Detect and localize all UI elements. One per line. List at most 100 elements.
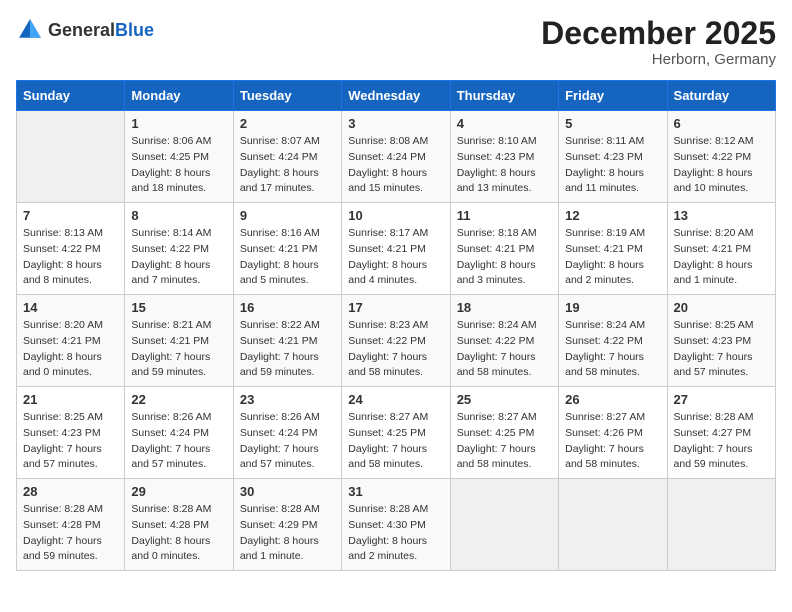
day-number: 8 <box>131 208 226 223</box>
calendar-cell: 31Sunrise: 8:28 AMSunset: 4:30 PMDayligh… <box>342 479 450 571</box>
day-number: 18 <box>457 300 552 315</box>
calendar-week-5: 28 Sunrise: 8:28 AMSunset: 4:28 PMDayligh… <box>17 479 776 571</box>
day-number: 24 <box>348 392 443 407</box>
day-detail: Sunrise: 8:11 AMSunset: 4:23 PMDaylight:… <box>565 134 660 197</box>
day-number: 6 <box>674 116 769 131</box>
day-number: 28 <box>23 484 118 499</box>
weekday-header-tuesday: Tuesday <box>233 81 341 111</box>
day-detail: Sunrise: 8:20 AMSunset: 4:21 PMDaylight:… <box>674 226 769 289</box>
day-number: 1 <box>131 116 226 131</box>
day-number: 2 <box>240 116 335 131</box>
calendar-cell <box>667 479 775 571</box>
calendar-cell: 1 Sunrise: 8:06 AMSunset: 4:25 PMDaylight… <box>125 111 233 203</box>
calendar-table: SundayMondayTuesdayWednesdayThursdayFrid… <box>16 80 776 571</box>
calendar-cell: 11 Sunrise: 8:18 AMSunset: 4:21 PMDayligh… <box>450 203 558 295</box>
day-detail: Sunrise: 8:25 AMSunset: 4:23 PMDaylight:… <box>674 318 769 381</box>
calendar-cell: 3 Sunrise: 8:08 AMSunset: 4:24 PMDaylight… <box>342 111 450 203</box>
day-number: 21 <box>23 392 118 407</box>
calendar-week-1: 1 Sunrise: 8:06 AMSunset: 4:25 PMDaylight… <box>17 111 776 203</box>
weekday-header-monday: Monday <box>125 81 233 111</box>
day-number: 19 <box>565 300 660 315</box>
day-detail: Sunrise: 8:06 AMSunset: 4:25 PMDaylight:… <box>131 134 226 197</box>
day-detail: Sunrise: 8:07 AMSunset: 4:24 PMDaylight:… <box>240 134 335 197</box>
logo: GeneralBlue <box>16 16 154 44</box>
day-detail: Sunrise: 8:28 AMSunset: 4:29 PMDaylight:… <box>240 502 335 565</box>
day-number: 17 <box>348 300 443 315</box>
day-number: 30 <box>240 484 335 499</box>
calendar-cell: 25 Sunrise: 8:27 AMSunset: 4:25 PMDayligh… <box>450 387 558 479</box>
day-detail: Sunrise: 8:28 AMSunset: 4:27 PMDaylight:… <box>674 410 769 473</box>
calendar-cell: 27Sunrise: 8:28 AMSunset: 4:27 PMDayligh… <box>667 387 775 479</box>
page-header: GeneralBlue December 2025 Herborn, Germa… <box>16 16 776 68</box>
day-number: 25 <box>457 392 552 407</box>
day-number: 11 <box>457 208 552 223</box>
day-number: 16 <box>240 300 335 315</box>
calendar-cell: 18 Sunrise: 8:24 AMSunset: 4:22 PMDayligh… <box>450 295 558 387</box>
day-detail: Sunrise: 8:14 AMSunset: 4:22 PMDaylight:… <box>131 226 226 289</box>
calendar-cell: 29Sunrise: 8:28 AMSunset: 4:28 PMDayligh… <box>125 479 233 571</box>
calendar-cell: 2 Sunrise: 8:07 AMSunset: 4:24 PMDaylight… <box>233 111 341 203</box>
day-detail: Sunrise: 8:26 AMSunset: 4:24 PMDaylight:… <box>240 410 335 473</box>
calendar-cell: 9 Sunrise: 8:16 AMSunset: 4:21 PMDaylight… <box>233 203 341 295</box>
calendar-cell: 24 Sunrise: 8:27 AMSunset: 4:25 PMDayligh… <box>342 387 450 479</box>
title-block: December 2025 Herborn, Germany <box>541 16 776 68</box>
weekday-header-saturday: Saturday <box>667 81 775 111</box>
day-number: 13 <box>674 208 769 223</box>
day-detail: Sunrise: 8:20 AMSunset: 4:21 PMDaylight:… <box>23 318 118 381</box>
day-detail: Sunrise: 8:24 AMSunset: 4:22 PMDaylight:… <box>457 318 552 381</box>
day-detail: Sunrise: 8:17 AMSunset: 4:21 PMDaylight:… <box>348 226 443 289</box>
logo-text-blue: Blue <box>115 20 154 40</box>
day-detail: Sunrise: 8:24 AMSunset: 4:22 PMDaylight:… <box>565 318 660 381</box>
calendar-week-2: 7 Sunrise: 8:13 AMSunset: 4:22 PMDaylight… <box>17 203 776 295</box>
calendar-cell: 10 Sunrise: 8:17 AMSunset: 4:21 PMDayligh… <box>342 203 450 295</box>
day-detail: Sunrise: 8:12 AMSunset: 4:22 PMDaylight:… <box>674 134 769 197</box>
day-detail: Sunrise: 8:27 AMSunset: 4:25 PMDaylight:… <box>457 410 552 473</box>
day-detail: Sunrise: 8:27 AMSunset: 4:25 PMDaylight:… <box>348 410 443 473</box>
day-number: 14 <box>23 300 118 315</box>
day-detail: Sunrise: 8:10 AMSunset: 4:23 PMDaylight:… <box>457 134 552 197</box>
calendar-cell: 8 Sunrise: 8:14 AMSunset: 4:22 PMDaylight… <box>125 203 233 295</box>
calendar-cell: 20Sunrise: 8:25 AMSunset: 4:23 PMDayligh… <box>667 295 775 387</box>
weekday-header-wednesday: Wednesday <box>342 81 450 111</box>
day-number: 9 <box>240 208 335 223</box>
calendar-cell: 14 Sunrise: 8:20 AMSunset: 4:21 PMDayligh… <box>17 295 125 387</box>
day-detail: Sunrise: 8:27 AMSunset: 4:26 PMDaylight:… <box>565 410 660 473</box>
day-detail: Sunrise: 8:28 AMSunset: 4:28 PMDaylight:… <box>23 502 118 565</box>
calendar-header: SundayMondayTuesdayWednesdayThursdayFrid… <box>17 81 776 111</box>
calendar-body: 1 Sunrise: 8:06 AMSunset: 4:25 PMDaylight… <box>17 111 776 571</box>
calendar-cell: 7 Sunrise: 8:13 AMSunset: 4:22 PMDaylight… <box>17 203 125 295</box>
day-detail: Sunrise: 8:28 AMSunset: 4:30 PMDaylight:… <box>348 502 443 565</box>
logo-icon <box>16 16 44 44</box>
calendar-cell: 19 Sunrise: 8:24 AMSunset: 4:22 PMDayligh… <box>559 295 667 387</box>
day-number: 15 <box>131 300 226 315</box>
day-detail: Sunrise: 8:25 AMSunset: 4:23 PMDaylight:… <box>23 410 118 473</box>
calendar-week-4: 21 Sunrise: 8:25 AMSunset: 4:23 PMDayligh… <box>17 387 776 479</box>
calendar-cell: 16Sunrise: 8:22 AMSunset: 4:21 PMDayligh… <box>233 295 341 387</box>
calendar-cell: 15Sunrise: 8:21 AMSunset: 4:21 PMDayligh… <box>125 295 233 387</box>
calendar-cell: 28 Sunrise: 8:28 AMSunset: 4:28 PMDayligh… <box>17 479 125 571</box>
day-detail: Sunrise: 8:16 AMSunset: 4:21 PMDaylight:… <box>240 226 335 289</box>
calendar-cell <box>450 479 558 571</box>
day-number: 10 <box>348 208 443 223</box>
day-number: 3 <box>348 116 443 131</box>
calendar-cell <box>17 111 125 203</box>
day-detail: Sunrise: 8:26 AMSunset: 4:24 PMDaylight:… <box>131 410 226 473</box>
weekday-header-row: SundayMondayTuesdayWednesdayThursdayFrid… <box>17 81 776 111</box>
day-number: 26 <box>565 392 660 407</box>
day-detail: Sunrise: 8:13 AMSunset: 4:22 PMDaylight:… <box>23 226 118 289</box>
calendar-cell: 17Sunrise: 8:23 AMSunset: 4:22 PMDayligh… <box>342 295 450 387</box>
day-number: 22 <box>131 392 226 407</box>
calendar-cell: 30 Sunrise: 8:28 AMSunset: 4:29 PMDayligh… <box>233 479 341 571</box>
day-detail: Sunrise: 8:18 AMSunset: 4:21 PMDaylight:… <box>457 226 552 289</box>
month-title: December 2025 <box>541 16 776 51</box>
calendar-cell: 21 Sunrise: 8:25 AMSunset: 4:23 PMDayligh… <box>17 387 125 479</box>
day-number: 7 <box>23 208 118 223</box>
weekday-header-sunday: Sunday <box>17 81 125 111</box>
logo-text-general: General <box>48 20 115 40</box>
day-detail: Sunrise: 8:08 AMSunset: 4:24 PMDaylight:… <box>348 134 443 197</box>
calendar-cell: 13 Sunrise: 8:20 AMSunset: 4:21 PMDayligh… <box>667 203 775 295</box>
calendar-cell: 5Sunrise: 8:11 AMSunset: 4:23 PMDaylight… <box>559 111 667 203</box>
calendar-cell: 4Sunrise: 8:10 AMSunset: 4:23 PMDaylight… <box>450 111 558 203</box>
calendar-week-3: 14 Sunrise: 8:20 AMSunset: 4:21 PMDayligh… <box>17 295 776 387</box>
weekday-header-friday: Friday <box>559 81 667 111</box>
